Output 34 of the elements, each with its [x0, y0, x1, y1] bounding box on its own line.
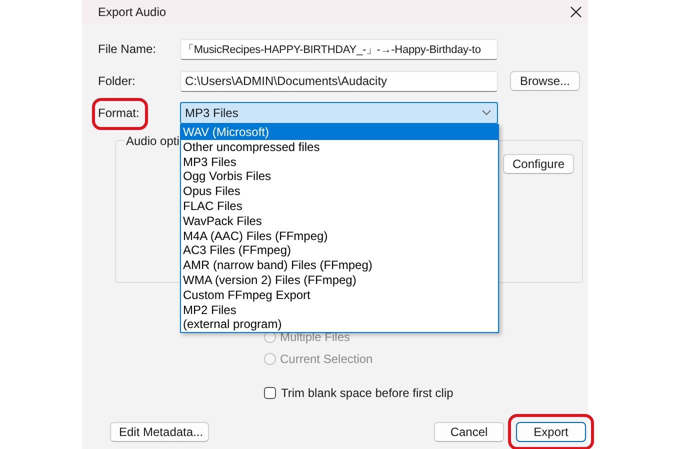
radio-label: Multiple Files — [280, 330, 350, 344]
radio-label: Current Selection — [280, 352, 373, 366]
dropdown-option[interactable]: AC3 Files (FFmpeg) — [181, 243, 498, 258]
dropdown-option[interactable]: WMA (version 2) Files (FFmpeg) — [181, 272, 498, 288]
browse-button[interactable]: Browse... — [510, 71, 580, 91]
close-icon[interactable] — [570, 6, 582, 18]
dialog-button[interactable]: Cancel — [434, 422, 504, 442]
dropdown-option[interactable]: Other uncompressed files — [181, 140, 498, 155]
window-title: Export Audio — [98, 5, 166, 19]
dropdown-option[interactable]: WavPack Files — [181, 214, 498, 229]
dialog-button[interactable]: Edit Metadata... — [110, 422, 209, 442]
dropdown-option[interactable]: Opus Files — [181, 184, 498, 199]
checkbox[interactable] — [264, 387, 276, 399]
dropdown-option[interactable]: AMR (narrow band) Files (FFmpeg) — [181, 258, 498, 273]
chevron-icon — [482, 110, 491, 116]
field-label: Folder: — [98, 74, 136, 88]
dropdown-option[interactable]: Ogg Vorbis Files — [181, 169, 498, 184]
field-label: File Name: — [98, 42, 158, 56]
format-dropdown[interactable]: MP3 Files — [180, 102, 498, 124]
dropdown-option[interactable]: MP3 Files — [181, 154, 498, 170]
dialog-button[interactable]: Export — [516, 422, 586, 442]
dropdown-option[interactable]: (external program) — [181, 317, 498, 332]
dropdown-option[interactable]: MP2 Files — [181, 302, 498, 318]
dropdown-option[interactable]: WAV (Microsoft) — [181, 125, 498, 140]
dropdown-option[interactable]: M4A (AAC) Files (FFmpeg) — [181, 228, 498, 244]
field-label: Format: — [98, 106, 140, 120]
text-field[interactable]: C:\Users\ADMIN\Documents\Audacity — [180, 70, 498, 92]
text-field[interactable]: 「MusicRecipes-HAPPY-BIRTHDAY_-」-→-Happy-Birthday-to — [180, 38, 498, 60]
group-title: Audio opti — [124, 134, 182, 148]
dropdown-value: MP3 Files — [185, 106, 238, 120]
configure-button[interactable]: Configure — [503, 154, 574, 174]
checkbox-label: Trim blank space before first clip — [281, 386, 454, 400]
dropdown-option[interactable]: Custom FFmpeg Export — [181, 288, 498, 303]
dropdown-option[interactable]: FLAC Files — [181, 198, 498, 214]
